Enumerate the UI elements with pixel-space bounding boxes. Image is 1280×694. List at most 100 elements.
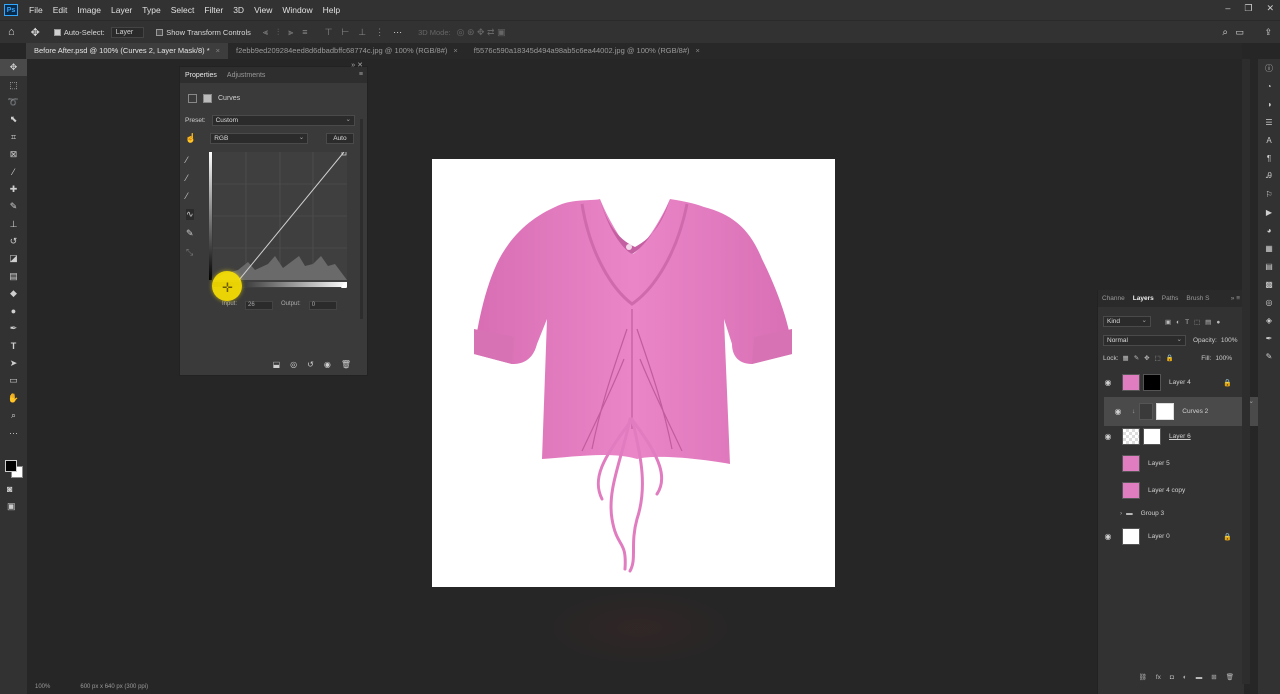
- home-icon[interactable]: ⌂: [8, 26, 15, 38]
- clip-to-layer-icon[interactable]: ⬓: [273, 360, 281, 369]
- layers-icon[interactable]: ◈: [1258, 311, 1280, 329]
- blend-mode-dropdown[interactable]: Normal: [1103, 335, 1186, 346]
- canvas-scrollbar[interactable]: [1242, 59, 1250, 684]
- zoom-level[interactable]: 100%: [35, 684, 50, 694]
- layer-row-layer-0[interactable]: ◉ Layer 0 🔒: [1098, 524, 1244, 549]
- visibility-eye-icon[interactable]: ◉: [1098, 532, 1118, 541]
- auto-select-dropdown[interactable]: Layer: [110, 26, 145, 38]
- hand-tool-icon[interactable]: ✋: [0, 389, 27, 406]
- channels-icon[interactable]: ◎: [1258, 293, 1280, 311]
- gray-point-eyedropper-icon[interactable]: ⁄: [186, 173, 194, 183]
- lasso-tool-icon[interactable]: ➰: [0, 94, 27, 111]
- align-right-icon[interactable]: ⫸: [288, 27, 293, 38]
- tab-paths[interactable]: Paths: [1158, 295, 1183, 302]
- shape-tool-icon[interactable]: ▭: [0, 372, 27, 389]
- opacity-value[interactable]: 100%: [1221, 337, 1238, 344]
- output-field[interactable]: 0: [308, 301, 337, 310]
- view-previous-icon[interactable]: ◎: [290, 360, 297, 369]
- filter-icons[interactable]: ▣◐T⬚▤●: [1165, 318, 1225, 326]
- close-button[interactable]: ✕: [1266, 3, 1274, 14]
- black-point-eyedropper-icon[interactable]: ⁄: [186, 155, 194, 165]
- tab-file-2[interactable]: f2ebb9ed209284eed8d6dbadbffc68774c.jpg @…: [228, 43, 466, 59]
- expand-group-icon[interactable]: ›: [1120, 510, 1122, 517]
- adjustments-icon[interactable]: ◑: [1258, 95, 1280, 113]
- history-icon[interactable]: ◔: [1258, 77, 1280, 95]
- object-select-icon[interactable]: ⬉: [0, 111, 27, 128]
- info-icon[interactable]: ⓘ: [1258, 59, 1280, 77]
- visibility-eye-icon[interactable]: ◉: [1098, 432, 1118, 441]
- move-tool-icon[interactable]: ✥: [31, 26, 40, 39]
- lock-icons[interactable]: ▦✎✥⬚🔒: [1123, 354, 1179, 362]
- restore-button[interactable]: ❐: [1244, 3, 1252, 14]
- channel-dropdown[interactable]: RGB: [210, 133, 309, 144]
- frame-tool-icon[interactable]: ⊠: [0, 146, 27, 163]
- close-tab-icon[interactable]: ×: [696, 46, 700, 55]
- more-icon[interactable]: ···: [393, 27, 402, 38]
- tab-adjustments[interactable]: Adjustments: [222, 72, 271, 79]
- document-info[interactable]: 600 px x 640 px (300 ppi): [80, 684, 148, 694]
- swatches-icon[interactable]: ▦: [1258, 239, 1280, 257]
- more-tools-icon[interactable]: ···: [0, 424, 27, 441]
- properties-icon[interactable]: ☰: [1258, 113, 1280, 131]
- smooth-icon[interactable]: ⤡: [186, 247, 194, 258]
- align-middle-icon[interactable]: ⊢: [341, 27, 349, 38]
- menu-layer[interactable]: Layer: [106, 5, 137, 15]
- layer-row-layer-4[interactable]: ◉ Layer 4 🔒: [1098, 370, 1244, 395]
- eraser-tool-icon[interactable]: ◪: [0, 250, 27, 267]
- white-point-eyedropper-icon[interactable]: ⁄: [186, 191, 194, 201]
- preset-dropdown[interactable]: Custom: [211, 115, 355, 126]
- new-adjustment-icon[interactable]: ◐: [1183, 674, 1187, 681]
- align-left-icon[interactable]: ⫷: [263, 27, 268, 38]
- link-layers-icon[interactable]: ⛓: [1139, 673, 1147, 681]
- paragraph-icon[interactable]: ¶: [1258, 149, 1280, 167]
- gradient-tool-icon[interactable]: ▤: [0, 268, 27, 285]
- screen-mode-icon[interactable]: ▣: [7, 501, 16, 512]
- menu-view[interactable]: View: [249, 5, 277, 15]
- character-icon[interactable]: A: [1258, 131, 1280, 149]
- auto-button[interactable]: Auto: [326, 133, 354, 144]
- menu-select[interactable]: Select: [166, 5, 200, 15]
- gradients-icon[interactable]: ▤: [1258, 257, 1280, 275]
- history-brush-icon[interactable]: ↺: [0, 233, 27, 250]
- tab-brush-settings[interactable]: Brush S: [1182, 295, 1213, 302]
- kind-filter-dropdown[interactable]: Kind: [1103, 316, 1151, 327]
- delete-layer-icon[interactable]: 🗑: [1226, 673, 1234, 681]
- layer-row-group-3[interactable]: › ▬ Group 3: [1098, 502, 1244, 524]
- menu-filter[interactable]: Filter: [199, 5, 228, 15]
- tab-file-3[interactable]: f5576c590a18345d494a98ab5c6ea44002.jpg @…: [466, 43, 708, 59]
- crop-tool-icon[interactable]: ⌗: [0, 129, 27, 146]
- properties-scrollbar[interactable]: [360, 119, 363, 319]
- curves-graph[interactable]: [209, 150, 347, 288]
- foreground-color-swatch[interactable]: [5, 460, 17, 472]
- tab-properties[interactable]: Properties: [180, 72, 222, 79]
- move-tool-icon[interactable]: ✥: [0, 59, 27, 77]
- color-swatches[interactable]: [5, 460, 23, 478]
- menu-window[interactable]: Window: [277, 5, 317, 15]
- delete-icon[interactable]: 🗑: [341, 360, 351, 369]
- transform-controls-checkbox[interactable]: Show Transform Controls: [156, 28, 251, 37]
- curve-point-icon[interactable]: ∿: [186, 209, 194, 220]
- dodge-tool-icon[interactable]: ●: [0, 302, 27, 319]
- distribute-v-icon[interactable]: ⋮: [375, 27, 384, 38]
- patterns-icon[interactable]: ▩: [1258, 275, 1280, 293]
- glyphs-icon[interactable]: Ꭿ: [1258, 167, 1280, 185]
- quick-mask-icon[interactable]: ◙: [7, 484, 12, 494]
- pen-tool-icon[interactable]: ✒: [0, 320, 27, 337]
- 3d-tools-icon[interactable]: ◎ ⊛ ✥ ⇄ ▣: [457, 27, 506, 38]
- blur-tool-icon[interactable]: ◆: [0, 285, 27, 302]
- layer-row-layer-4-copy[interactable]: Layer 4 copy: [1098, 478, 1244, 503]
- pencil-icon[interactable]: ✎: [186, 228, 194, 239]
- menu-help[interactable]: Help: [318, 5, 345, 15]
- new-group-icon[interactable]: ▬: [1196, 674, 1203, 681]
- tab-before-after[interactable]: Before After.psd @ 100% (Curves 2, Layer…: [26, 43, 228, 59]
- tab-channels[interactable]: Channe: [1098, 295, 1129, 302]
- menu-edit[interactable]: Edit: [48, 5, 73, 15]
- brush-tool-icon[interactable]: ✎: [0, 198, 27, 215]
- zoom-tool-icon[interactable]: ⌕: [0, 407, 27, 424]
- color-icon[interactable]: ◕: [1258, 221, 1280, 239]
- curves-adjust-icon[interactable]: [188, 94, 197, 103]
- layer-mask-icon[interactable]: [203, 94, 212, 103]
- share-icon[interactable]: ⇪: [1264, 27, 1272, 38]
- layer-mask-thumbnail[interactable]: [1156, 403, 1175, 420]
- visibility-eye-icon[interactable]: ◉: [1098, 378, 1118, 387]
